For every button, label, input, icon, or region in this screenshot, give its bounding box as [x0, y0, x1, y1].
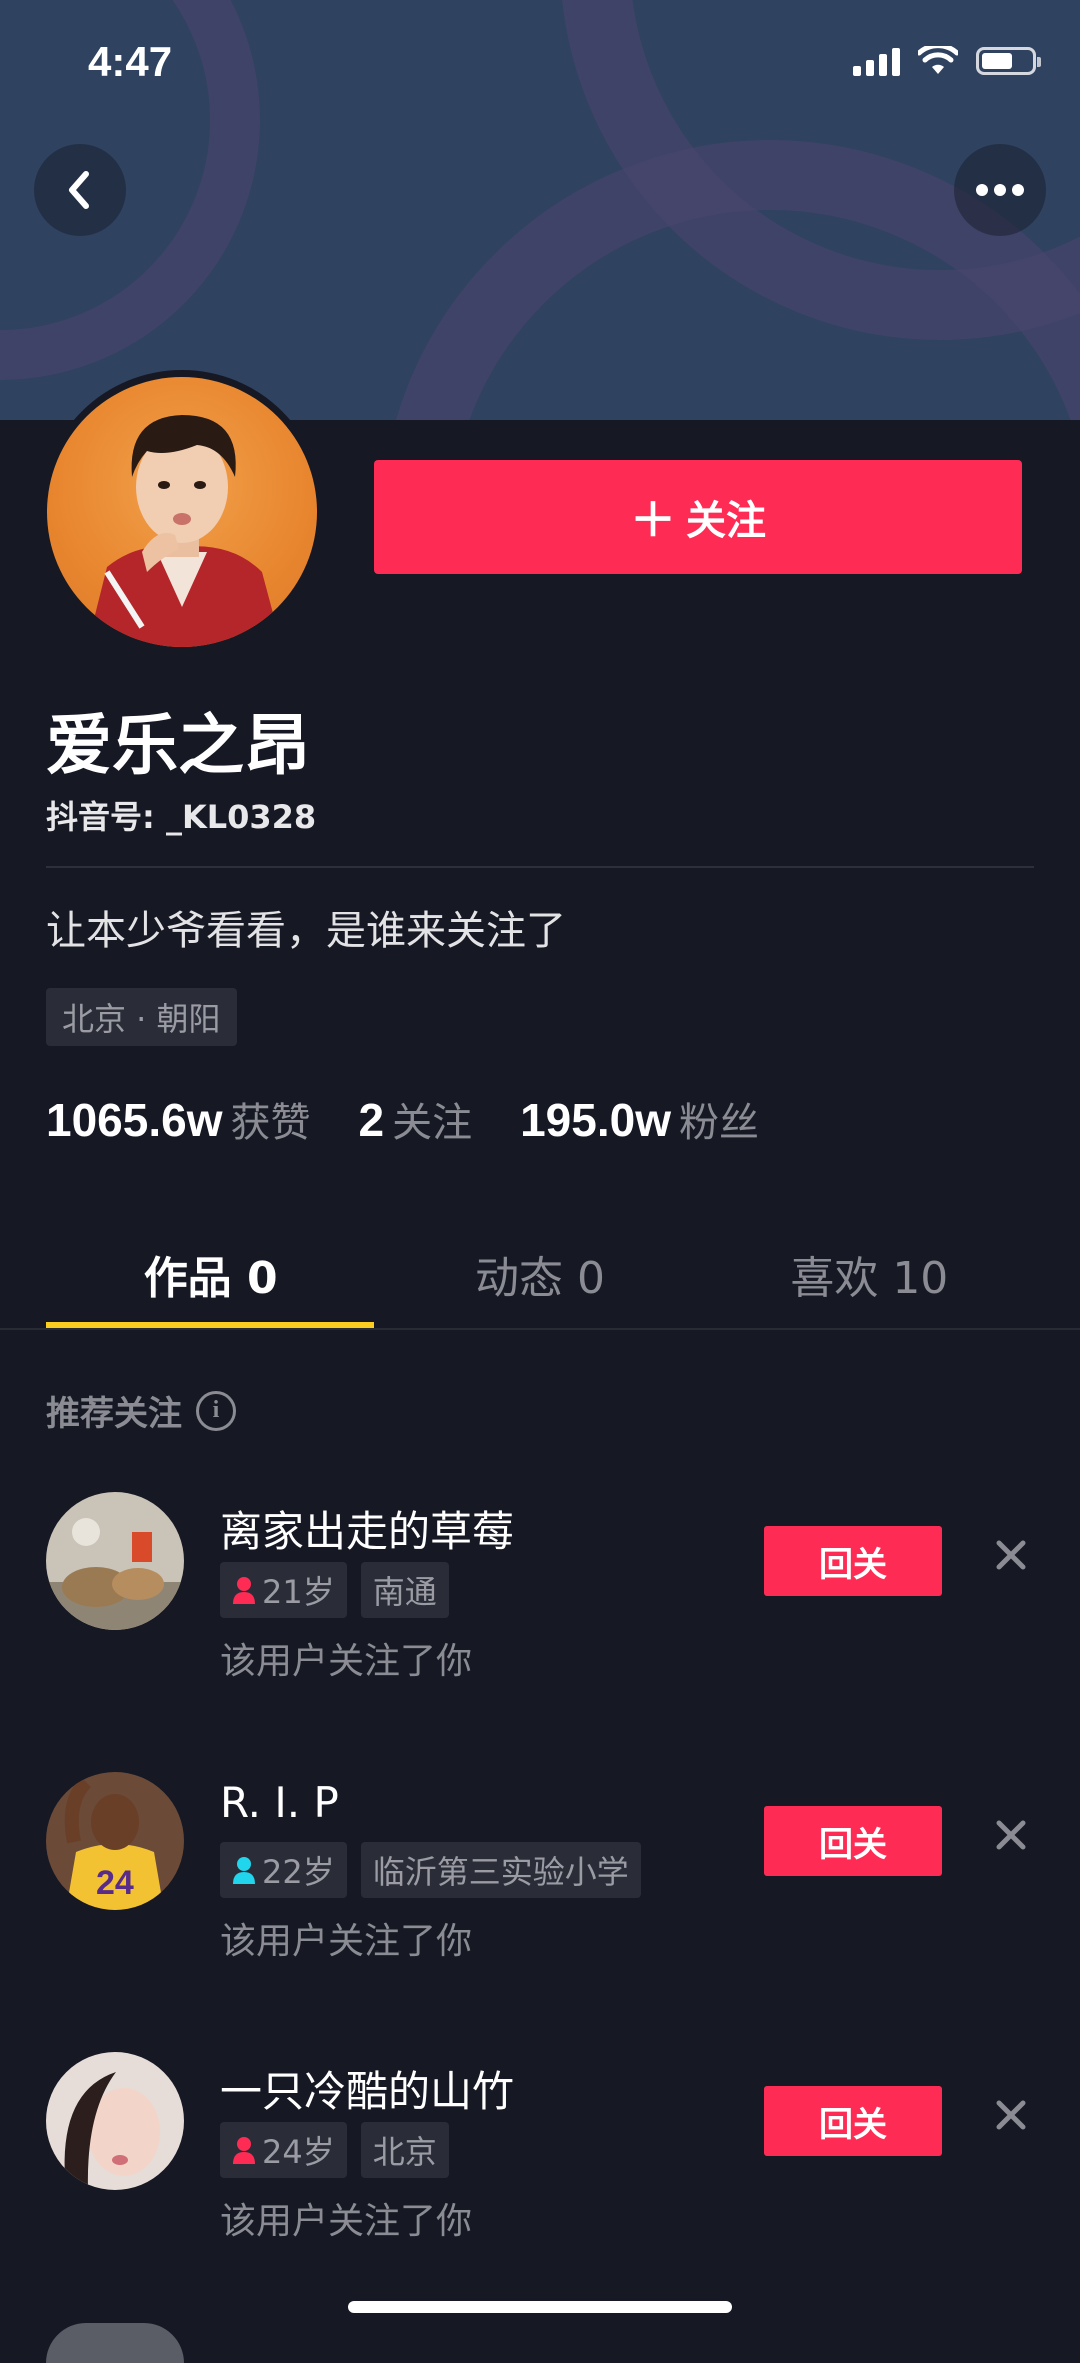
recommend-title: 推荐关注	[46, 1394, 182, 1434]
age-text: 21岁	[262, 1573, 335, 1611]
status-time: 4:47	[88, 38, 173, 85]
stat-number: 2	[358, 1094, 385, 1146]
recommend-subtitle: 该用户关注了你	[220, 2201, 473, 2242]
recommend-item[interactable]: 离家出走的草莓 21岁 南通 该用户关注了你 回关	[0, 1492, 1080, 1692]
stat-following[interactable]: 2 关注	[358, 1090, 472, 1148]
recommend-item[interactable]: 24 R. I. P 22岁 临沂第三实验小学 该用户关注了你 回关	[0, 1772, 1080, 1972]
avatar[interactable]	[46, 1492, 184, 1630]
follow-back-button[interactable]: 回关	[764, 1806, 942, 1876]
stat-label: 粉丝	[678, 1100, 759, 1146]
recommend-name[interactable]: 一只冷酷的山竹	[220, 2058, 514, 2119]
status-icons	[853, 46, 1041, 76]
battery-icon	[976, 47, 1041, 75]
age-tag: 22岁	[220, 1842, 347, 1898]
more-button[interactable]	[954, 144, 1046, 236]
follow-button-label: 关注	[686, 498, 766, 544]
svg-text:24: 24	[96, 1864, 134, 1902]
avatar-frame	[40, 370, 324, 654]
recommend-header: 推荐关注 i	[46, 1386, 236, 1435]
close-icon[interactable]	[990, 1814, 1032, 1856]
recommend-tags: 22岁 临沂第三实验小学	[220, 1842, 641, 1898]
stat-number: 1065.6w	[46, 1094, 223, 1146]
stat-number: 195.0w	[520, 1094, 671, 1146]
tab-dynamics[interactable]: 动态 0	[375, 1220, 704, 1328]
avatar-image	[46, 2052, 184, 2190]
chevron-left-icon	[69, 171, 89, 209]
female-user-icon	[233, 2137, 255, 2164]
avatar[interactable]: 24	[46, 1772, 184, 1910]
recommend-tags: 21岁 南通	[220, 1562, 449, 1618]
avatar-image	[87, 415, 282, 647]
divider	[46, 866, 1034, 868]
follow-button[interactable]: ＋ 关注	[374, 460, 1022, 574]
recommend-tags: 24岁 北京	[220, 2122, 449, 2178]
age-tag: 24岁	[220, 2122, 347, 2178]
stat-likes: 1065.6w 获赞	[46, 1090, 310, 1148]
profile-nickname: 爱乐之昂	[46, 707, 310, 784]
location-tag: 北京 · 朝阳	[46, 988, 237, 1046]
female-user-icon	[233, 1577, 255, 1604]
recommend-name[interactable]: R. I. P	[220, 1778, 339, 1827]
male-user-icon	[233, 1857, 255, 1884]
profile-stats: 1065.6w 获赞 2 关注 195.0w 粉丝	[46, 1090, 759, 1148]
close-icon[interactable]	[990, 1534, 1032, 1576]
follow-back-button[interactable]: 回关	[764, 1526, 942, 1596]
avatar	[46, 2323, 184, 2363]
avatar-image	[46, 1492, 184, 1630]
recommend-subtitle: 该用户关注了你	[220, 1921, 473, 1962]
info-tag: 南通	[360, 1562, 449, 1618]
info-tag: 北京	[360, 2122, 449, 2178]
home-indicator[interactable]	[348, 2301, 732, 2313]
plus-icon: ＋	[630, 493, 676, 547]
douyin-id: 抖音号: _KL0328	[46, 798, 317, 836]
back-button[interactable]	[34, 144, 126, 236]
age-tag: 21岁	[220, 1562, 347, 1618]
stat-label: 关注	[392, 1100, 473, 1146]
profile-tabs: 作品 0 动态 0 喜欢 10	[46, 1220, 1034, 1328]
info-icon[interactable]: i	[196, 1390, 236, 1431]
stat-label: 获赞	[230, 1100, 311, 1146]
close-icon[interactable]	[990, 2094, 1032, 2136]
follow-back-button[interactable]: 回关	[764, 2086, 942, 2156]
recommend-item-partial	[0, 2315, 1080, 2363]
tabs-divider	[0, 1328, 1080, 1330]
more-dots-icon	[976, 184, 1024, 196]
wifi-icon	[918, 46, 958, 74]
avatar[interactable]	[47, 377, 317, 647]
avatar-image: 24	[46, 1772, 184, 1910]
tab-works[interactable]: 作品 0	[46, 1220, 375, 1328]
recommend-item[interactable]: 一只冷酷的山竹 24岁 北京 该用户关注了你 回关	[0, 2052, 1080, 2252]
profile-bio: 让本少爷看看，是谁来关注了	[46, 908, 566, 954]
cellular-signal-icon	[853, 46, 900, 76]
avatar[interactable]	[46, 2052, 184, 2190]
recommend-subtitle: 该用户关注了你	[220, 1641, 473, 1682]
info-tag: 临沂第三实验小学	[360, 1842, 641, 1898]
age-text: 22岁	[262, 1853, 335, 1891]
stat-followers[interactable]: 195.0w 粉丝	[520, 1090, 759, 1148]
tab-likes[interactable]: 喜欢 10	[705, 1220, 1034, 1328]
recommend-name[interactable]: 离家出走的草莓	[220, 1498, 514, 1559]
age-text: 24岁	[262, 2133, 335, 2171]
